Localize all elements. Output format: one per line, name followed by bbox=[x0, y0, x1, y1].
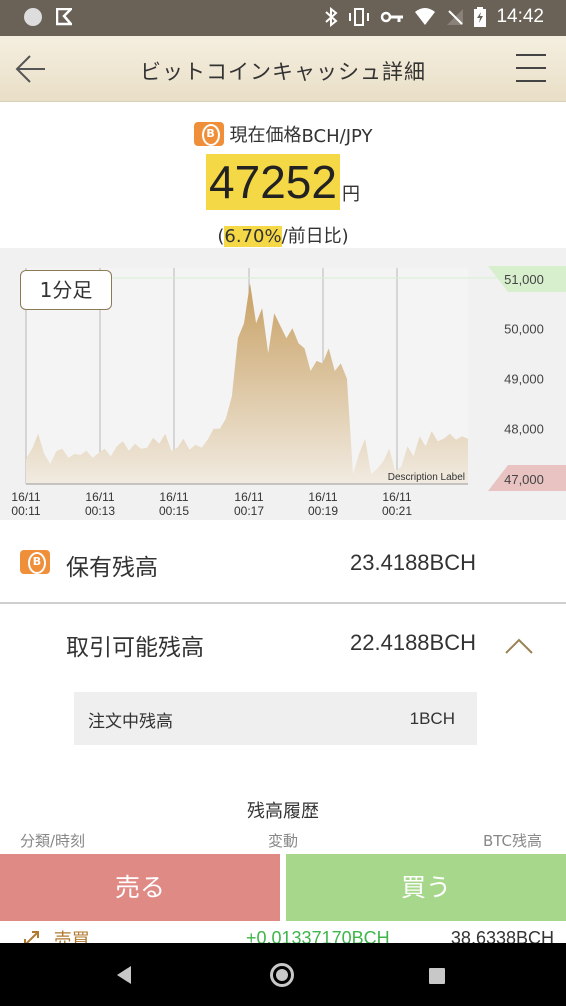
x-tick-time: 00:17 bbox=[234, 504, 264, 518]
change-percent: 6.70% bbox=[224, 226, 282, 247]
app-header: ビットコインキャッシュ詳細 bbox=[0, 36, 566, 102]
x-tick-time: 00:13 bbox=[85, 504, 115, 518]
x-tick-date: 16/11 bbox=[85, 490, 114, 504]
battery-icon bbox=[474, 7, 487, 27]
vibrate-icon bbox=[349, 8, 370, 26]
column-category: 分類/時刻 bbox=[20, 832, 86, 850]
price-label: 現在価格 bbox=[229, 124, 302, 146]
order-balance-row: 注文中残高 1BCH bbox=[74, 692, 477, 745]
tradable-value: 22.4188BCH bbox=[350, 630, 476, 655]
x-tick-date: 16/11 bbox=[382, 490, 411, 504]
page-title: ビットコインキャッシュ詳細 bbox=[140, 60, 426, 84]
tradable-balance-row[interactable]: 取引可能残高 22.4188BCH bbox=[0, 606, 566, 678]
trade-icon bbox=[24, 931, 39, 943]
bitcoin-cash-icon bbox=[20, 550, 50, 574]
nav-recent-apps-icon[interactable] bbox=[429, 968, 445, 984]
holding-label: 保有残高 bbox=[66, 555, 158, 581]
system-nav-bar bbox=[0, 943, 566, 1006]
x-tick-time: 00:11 bbox=[11, 504, 40, 518]
wifi-icon bbox=[415, 8, 436, 25]
column-change: 変動 bbox=[268, 832, 299, 850]
price-chart[interactable]: 51,000 47,000 50,000 49,000 48,000 Descriptio… bbox=[0, 248, 566, 520]
current-price: 47252 bbox=[206, 154, 340, 210]
nav-home-icon[interactable] bbox=[270, 963, 294, 987]
key-icon bbox=[381, 11, 404, 23]
price-change: (6.70%/前日比) bbox=[0, 222, 566, 248]
no-signal-icon bbox=[447, 9, 464, 25]
history-category: 売買 bbox=[22, 926, 90, 943]
bitcoin-cash-icon bbox=[193, 121, 224, 146]
x-tick-time: 00:19 bbox=[308, 504, 338, 518]
y-tick-label: 48,000 bbox=[504, 422, 544, 437]
history-balance: 38.6338BCH bbox=[450, 928, 554, 943]
bluetooth-icon bbox=[325, 7, 338, 27]
history-row[interactable]: 売買 +0.01337170BCH 38.6338BCH bbox=[0, 921, 566, 943]
history-change: +0.01337170BCH bbox=[246, 928, 390, 943]
x-tick-date: 16/11 bbox=[11, 490, 40, 504]
y-tick-label: 50,000 bbox=[504, 321, 544, 336]
x-tick-time: 00:15 bbox=[159, 504, 189, 518]
price-unit: 円 bbox=[341, 184, 360, 205]
y-tick-label: 49,000 bbox=[504, 372, 544, 387]
x-tick-date: 16/11 bbox=[308, 490, 337, 504]
history-title: 残高履歴 bbox=[247, 801, 319, 822]
holding-value: 23.4188BCH bbox=[350, 550, 476, 575]
order-value: 1BCH bbox=[409, 709, 455, 728]
high-label: 51,000 bbox=[504, 272, 544, 287]
tradable-label: 取引可能残高 bbox=[66, 635, 204, 661]
price-summary: 現在価格BCH/JPY 47252 円 (6.70%/前日比) bbox=[0, 102, 566, 248]
x-tick-date: 16/11 bbox=[159, 490, 188, 504]
sell-button[interactable]: 売る bbox=[0, 854, 280, 921]
hamburger-menu-icon[interactable] bbox=[516, 54, 546, 84]
order-label: 注文中残高 bbox=[88, 712, 173, 732]
x-tick-date: 16/11 bbox=[234, 490, 263, 504]
buy-button[interactable]: 買う bbox=[286, 854, 566, 921]
flag-icon bbox=[56, 8, 72, 26]
description-label: Description Label bbox=[388, 472, 465, 483]
change-suffix: /前日比) bbox=[281, 226, 349, 247]
circle-icon bbox=[24, 8, 42, 26]
status-bar: 14:42 bbox=[0, 0, 566, 36]
holding-balance-row: 保有残高 23.4188BCH bbox=[0, 520, 566, 604]
column-balance: BTC残高 bbox=[482, 832, 542, 850]
price-pair: BCH/JPY bbox=[301, 126, 373, 147]
status-time: 14:42 bbox=[496, 6, 544, 27]
timeframe-selector[interactable]: 1分足 bbox=[20, 270, 112, 310]
x-tick-time: 00:21 bbox=[382, 504, 412, 518]
nav-back-icon[interactable] bbox=[117, 966, 131, 984]
history-header-row: 分類/時刻 変動 BTC残高 bbox=[0, 830, 566, 852]
chevron-up-icon[interactable] bbox=[504, 636, 534, 656]
low-label: 47,000 bbox=[504, 472, 544, 487]
